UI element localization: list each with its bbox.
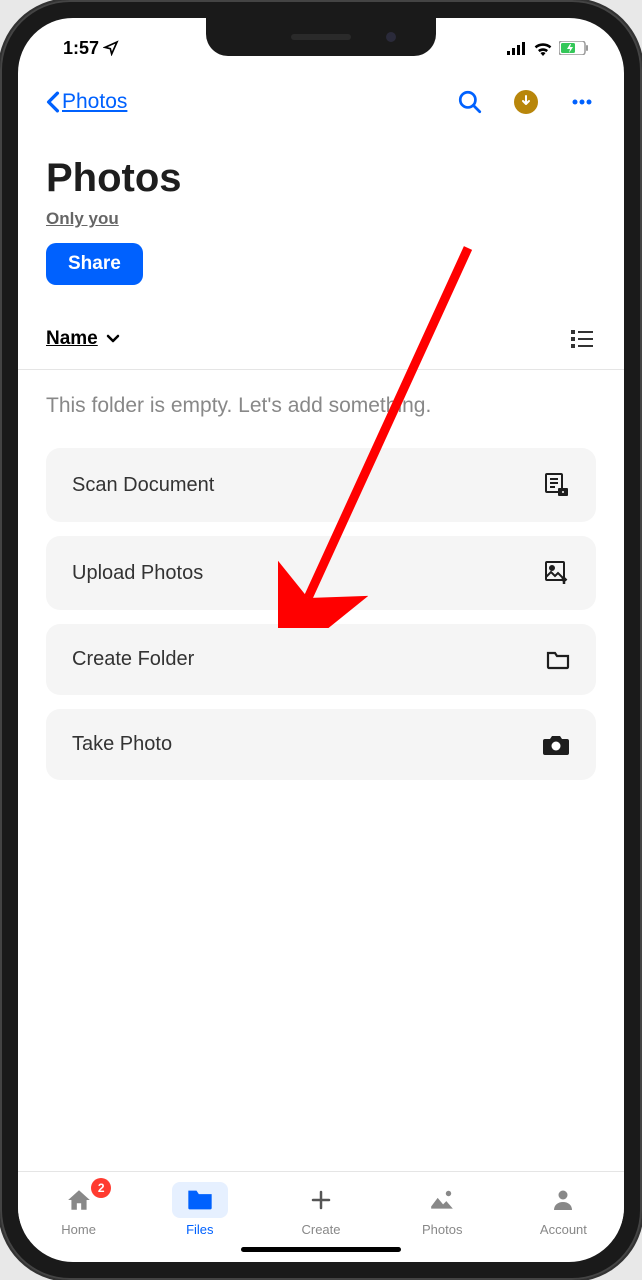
download-circle-icon	[514, 90, 538, 114]
chevron-left-icon	[46, 91, 60, 113]
tab-home[interactable]: 2 Home	[18, 1182, 139, 1237]
tab-label: Files	[186, 1222, 213, 1237]
tab-files[interactable]: Files	[139, 1182, 260, 1237]
phone-screen: 1:57 Photos	[18, 18, 624, 1262]
take-photo-icon	[542, 734, 570, 756]
chevron-down-icon	[106, 334, 120, 344]
folder-icon	[186, 1188, 214, 1212]
search-button[interactable]	[456, 88, 484, 116]
action-upload-photos[interactable]: Upload Photos	[46, 536, 596, 610]
tab-badge: 2	[91, 1178, 111, 1198]
tab-label: Home	[61, 1222, 96, 1237]
tab-account[interactable]: Account	[503, 1182, 624, 1237]
plus-icon	[309, 1188, 333, 1212]
action-label: Upload Photos	[72, 562, 203, 585]
ellipsis-icon	[570, 90, 594, 114]
empty-state-text: This folder is empty. Let's add somethin…	[46, 394, 596, 418]
action-label: Create Folder	[72, 648, 194, 671]
title-section: Photos Only you Share	[18, 126, 624, 285]
tab-label: Photos	[422, 1222, 462, 1237]
back-button[interactable]: Photos	[46, 90, 456, 114]
sort-selector[interactable]: Name	[46, 328, 120, 350]
sort-label-text: Name	[46, 328, 98, 350]
tab-bar: 2 Home Files Create Photos	[18, 1171, 624, 1239]
location-icon	[103, 40, 119, 56]
account-icon	[551, 1188, 575, 1212]
tab-create[interactable]: Create	[260, 1182, 381, 1237]
upload-photos-icon	[544, 560, 570, 586]
status-time: 1:57	[63, 38, 99, 59]
home-icon	[66, 1187, 92, 1213]
phone-frame: 1:57 Photos	[0, 0, 642, 1280]
share-button[interactable]: Share	[46, 243, 143, 285]
page-title: Photos	[46, 156, 596, 201]
cellular-icon	[507, 41, 527, 55]
notch	[206, 18, 436, 56]
list-view-icon	[571, 330, 593, 348]
sort-bar: Name	[18, 285, 624, 370]
home-indicator[interactable]	[241, 1247, 401, 1252]
battery-icon	[559, 41, 589, 55]
create-folder-icon	[546, 649, 570, 671]
more-button[interactable]	[568, 88, 596, 116]
wifi-icon	[533, 41, 553, 56]
back-label: Photos	[62, 90, 127, 114]
scan-document-icon	[544, 472, 570, 498]
tab-label: Account	[540, 1222, 587, 1237]
action-label: Take Photo	[72, 733, 172, 756]
photos-icon	[429, 1189, 455, 1211]
content-area: This folder is empty. Let's add somethin…	[18, 370, 624, 1171]
access-text[interactable]: Only you	[46, 209, 596, 229]
download-button[interactable]	[512, 88, 540, 116]
search-icon	[457, 89, 483, 115]
action-label: Scan Document	[72, 474, 214, 497]
nav-bar: Photos	[18, 68, 624, 126]
tab-photos[interactable]: Photos	[382, 1182, 503, 1237]
tab-label: Create	[301, 1222, 340, 1237]
action-create-folder[interactable]: Create Folder	[46, 624, 596, 695]
view-toggle-button[interactable]	[568, 325, 596, 353]
action-take-photo[interactable]: Take Photo	[46, 709, 596, 780]
action-scan-document[interactable]: Scan Document	[46, 448, 596, 522]
